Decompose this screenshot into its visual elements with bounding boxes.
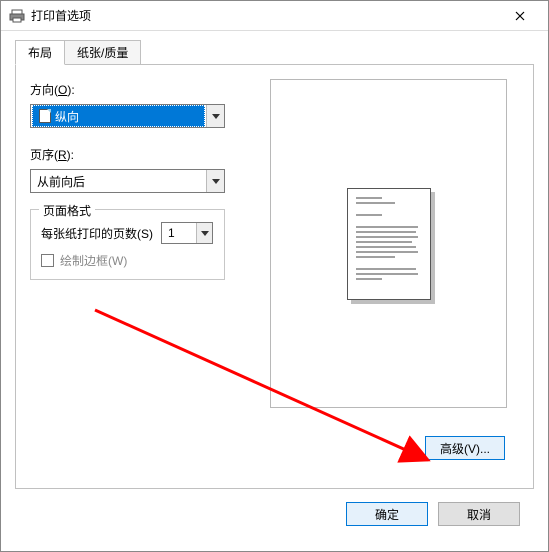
tab-layout[interactable]: 布局 (15, 40, 65, 65)
orientation-select-value: 纵向 (32, 105, 205, 127)
chevron-down-icon (201, 231, 209, 236)
tab-pane-layout: 方向(O): 纵向 页序(R): 从前向后 (15, 64, 534, 489)
pageorder-select-value: 从前向后 (31, 173, 206, 190)
titlebar: 打印首选项 (1, 1, 548, 31)
chevron-down-icon (212, 179, 220, 184)
draw-borders-checkbox[interactable] (41, 254, 54, 267)
dialog-footer: 确定 取消 (15, 489, 534, 539)
pages-per-sheet-value: 1 (162, 226, 196, 240)
chevron-down-icon (212, 114, 220, 119)
pages-per-sheet-drop-button[interactable] (196, 223, 212, 243)
orientation-drop-button[interactable] (206, 105, 224, 127)
pages-per-sheet-label: 每张纸打印的页数(S) (41, 225, 153, 242)
page-format-legend: 页面格式 (39, 202, 95, 219)
page-format-group: 页面格式 每张纸打印的页数(S) 1 绘制边框(W) (30, 209, 225, 280)
tab-strip: 布局 纸张/质量 (15, 41, 534, 65)
preview-column: 高级(V)... (230, 79, 519, 474)
controls-column: 方向(O): 纵向 页序(R): 从前向后 (30, 79, 230, 474)
preview-pane (270, 79, 507, 408)
close-button[interactable] (500, 2, 540, 30)
client-area: 布局 纸张/质量 方向(O): 纵向 页序(R): (1, 31, 548, 551)
preview-sheet (347, 188, 431, 300)
portrait-icon (39, 109, 51, 123)
draw-borders-label: 绘制边框(W) (60, 252, 127, 269)
close-icon (515, 11, 525, 21)
advanced-button-label: 高级(V)... (440, 440, 490, 457)
cancel-button[interactable]: 取消 (438, 502, 520, 526)
ok-button[interactable]: 确定 (346, 502, 428, 526)
pages-per-sheet-select[interactable]: 1 (161, 222, 213, 244)
pageorder-drop-button[interactable] (206, 170, 224, 192)
orientation-label: 方向(O): (30, 81, 230, 98)
printer-icon (9, 8, 25, 24)
print-preferences-window: 打印首选项 布局 纸张/质量 方向(O): 纵向 (0, 0, 549, 552)
pageorder-label: 页序(R): (30, 146, 230, 163)
orientation-select[interactable]: 纵向 (30, 104, 225, 128)
advanced-button[interactable]: 高级(V)... (425, 436, 505, 460)
pageorder-select[interactable]: 从前向后 (30, 169, 225, 193)
window-title: 打印首选项 (31, 7, 500, 24)
tab-paper-quality[interactable]: 纸张/质量 (64, 40, 141, 65)
